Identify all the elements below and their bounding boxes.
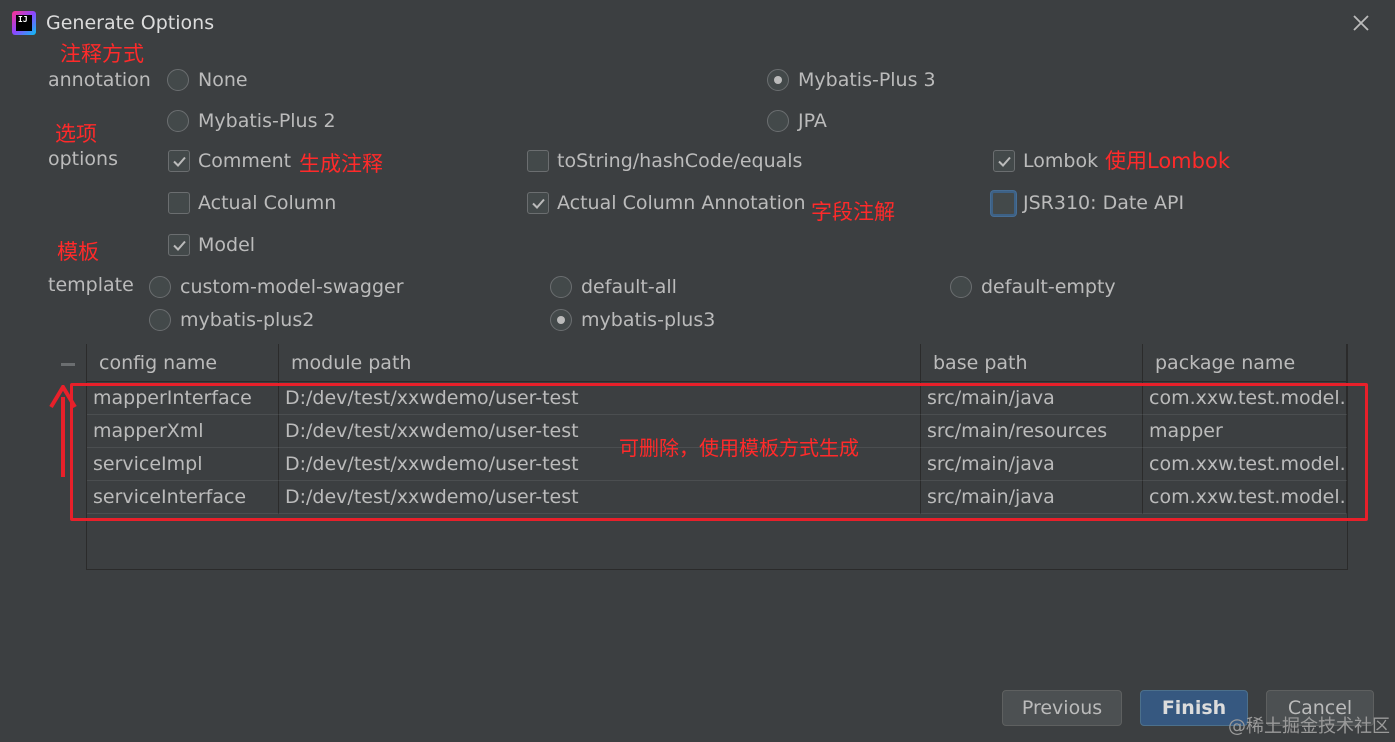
checkbox-actual-column[interactable] <box>168 192 190 214</box>
options-label: options <box>48 148 118 170</box>
red-arrow-icon <box>49 385 77 477</box>
intellij-app-icon: IJ <box>12 11 36 35</box>
checkbox-actual-column-label: Actual Column <box>198 192 337 214</box>
checkbox-actual-column-annotation[interactable] <box>527 192 549 214</box>
checkbox-actual-column-annotation-label: Actual Column Annotation <box>557 192 806 214</box>
watermark: @稀土掘金技术社区 <box>1228 716 1390 737</box>
table-note: 可删除，使用模板方式生成 <box>619 436 859 460</box>
radio-template-default-all[interactable] <box>550 276 572 298</box>
options-note: 选项 <box>55 122 97 146</box>
radio-template-mybatis-plus2-label: mybatis-plus2 <box>180 309 315 331</box>
checkbox-tostring-hashcode-equals-label: toString/hashCode/equals <box>557 150 803 172</box>
close-icon[interactable] <box>1348 10 1374 36</box>
checkmark-icon <box>532 198 545 209</box>
annotation-method-note: 注释方式 <box>60 42 144 66</box>
remove-row-icon[interactable] <box>61 363 75 366</box>
checkbox-comment[interactable] <box>168 150 190 172</box>
radio-template-mybatis-plus3[interactable] <box>550 309 572 331</box>
radio-annotation-none[interactable] <box>167 69 189 91</box>
radio-template-custom-model-swagger[interactable] <box>149 276 171 298</box>
radio-annotation-none-label: None <box>198 69 248 91</box>
column-header-base-path[interactable]: base path <box>921 344 1143 382</box>
column-header-package-name[interactable]: package name <box>1143 344 1347 382</box>
radio-template-default-empty[interactable] <box>950 276 972 298</box>
radio-template-custom-model-swagger-label: custom-model-swagger <box>180 276 404 298</box>
annotation-label: annotation <box>48 69 151 91</box>
column-header-module-path[interactable]: module path <box>279 344 921 382</box>
column-header-config-name[interactable]: config name <box>87 344 279 382</box>
checkbox-tostring-hashcode-equals[interactable] <box>527 150 549 172</box>
radio-annotation-mybatis-plus-2[interactable] <box>167 110 189 132</box>
radio-annotation-jpa[interactable] <box>767 110 789 132</box>
radio-template-mybatis-plus3-label: mybatis-plus3 <box>581 309 716 331</box>
checkbox-lombok[interactable] <box>993 150 1015 172</box>
radio-annotation-mybatis-plus-3[interactable] <box>767 69 789 91</box>
radio-annotation-jpa-label: JPA <box>798 110 827 132</box>
template-label: template <box>48 274 134 296</box>
radio-template-mybatis-plus2[interactable] <box>149 309 171 331</box>
field-annotation-note: 字段注解 <box>811 200 895 224</box>
radio-template-default-all-label: default-all <box>581 276 677 298</box>
generate-comment-note: 生成注释 <box>299 152 383 176</box>
radio-template-default-empty-label: default-empty <box>981 276 1116 298</box>
checkbox-jsr310-date-api[interactable] <box>991 191 1016 216</box>
template-note: 模板 <box>57 240 99 264</box>
checkmark-icon <box>173 156 186 167</box>
checkbox-model[interactable] <box>168 234 190 256</box>
radio-annotation-mybatis-plus-3-label: Mybatis-Plus 3 <box>798 69 936 91</box>
use-lombok-note: 使用Lombok <box>1105 149 1230 173</box>
radio-annotation-mybatis-plus-2-label: Mybatis-Plus 2 <box>198 110 336 132</box>
checkmark-icon <box>173 240 186 251</box>
checkbox-model-label: Model <box>198 234 256 256</box>
previous-button[interactable]: Previous <box>1002 690 1122 726</box>
checkbox-lombok-label: Lombok <box>1023 150 1099 172</box>
checkbox-jsr310-date-api-label: JSR310: Date API <box>1023 192 1185 214</box>
dialog-title: Generate Options <box>46 12 215 34</box>
checkmark-icon <box>998 156 1011 167</box>
checkbox-comment-label: Comment <box>198 150 292 172</box>
